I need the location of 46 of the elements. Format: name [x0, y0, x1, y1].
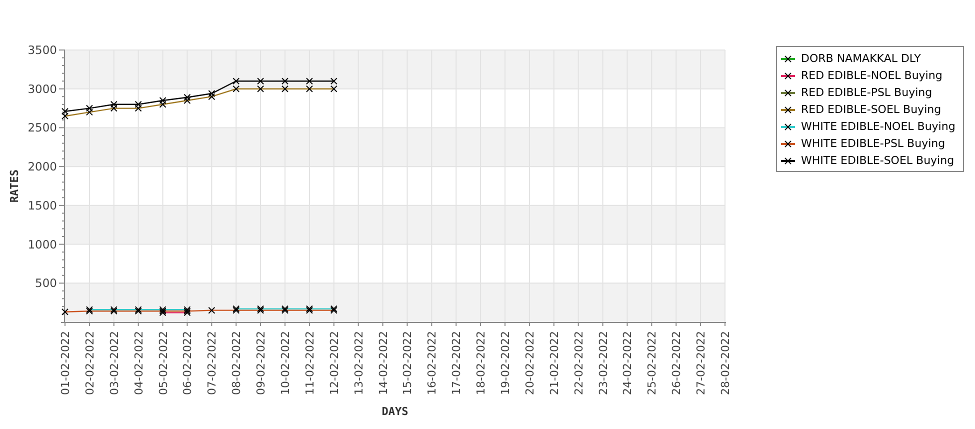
data-point — [62, 308, 68, 316]
x-tick-label: 23-02-2022 — [596, 331, 610, 395]
x-tick-label: 17-02-2022 — [450, 331, 464, 395]
x-tick-label: 21-02-2022 — [548, 331, 561, 395]
legend-label: RED EDIBLE-SOEL Buying — [801, 102, 942, 118]
data-point — [208, 306, 216, 314]
x-tick-label: 19-02-2022 — [499, 331, 512, 395]
y-tick-label: 1000 — [28, 237, 57, 252]
y-tick-label: 3500 — [28, 43, 57, 57]
y-tick-label: 1500 — [28, 198, 57, 212]
x-tick-label: 22-02-2022 — [572, 331, 586, 395]
x-tick-label: 18-02-2022 — [474, 331, 488, 395]
legend-label: RED EDIBLE-PSL Buying — [801, 85, 932, 101]
x-tick-label: 15-02-2022 — [401, 331, 414, 395]
x-tick-label: 07-02-2022 — [206, 331, 219, 395]
x-axis-title: DAYS — [382, 405, 408, 418]
x-tick-label: 09-02-2022 — [254, 331, 268, 395]
y-tick-label: 3000 — [28, 82, 57, 96]
x-tick-label: 24-02-2022 — [621, 331, 634, 395]
x-tick-label: 03-02-2022 — [108, 331, 121, 395]
x-tick-label: 25-02-2022 — [646, 331, 659, 395]
x-tick-label: 20-02-2022 — [523, 331, 536, 395]
x-tick-label: 10-02-2022 — [279, 331, 292, 395]
x-tick-label: 01-02-2022 — [59, 331, 72, 395]
legend-label: WHITE EDIBLE-SOEL Buying — [801, 153, 954, 169]
y-tick-label: 2000 — [28, 160, 57, 174]
x-tick-label: 28-02-2022 — [719, 331, 732, 395]
legend-label: RED EDIBLE-NOEL Buying — [801, 68, 942, 84]
legend-label: WHITE EDIBLE-NOEL Buying — [801, 119, 956, 135]
x-tick-label: 06-02-2022 — [181, 331, 194, 395]
x-tick-label: 02-02-2022 — [83, 331, 96, 395]
x-tick-label: 26-02-2022 — [670, 331, 684, 395]
x-tick-label: 12-02-2022 — [328, 331, 341, 395]
x-tick-label: 11-02-2022 — [303, 331, 316, 395]
x-tick-label: 04-02-2022 — [132, 331, 146, 395]
x-tick-label: 27-02-2022 — [694, 331, 708, 395]
x-tick-label: 16-02-2022 — [426, 331, 439, 395]
x-tick-label: 13-02-2022 — [352, 331, 366, 395]
legend-label: WHITE EDIBLE-PSL Buying — [801, 136, 946, 152]
x-tick-label: 05-02-2022 — [156, 331, 170, 395]
y-tick-label: 500 — [35, 276, 57, 290]
legend-label: DORB NAMAKKAL DLY — [801, 51, 921, 67]
x-tick-label: 08-02-2022 — [230, 331, 244, 395]
x-tick-label: 14-02-2022 — [376, 331, 390, 395]
y-tick-label: 2500 — [28, 120, 57, 135]
y-axis-title: RATES — [8, 169, 21, 203]
